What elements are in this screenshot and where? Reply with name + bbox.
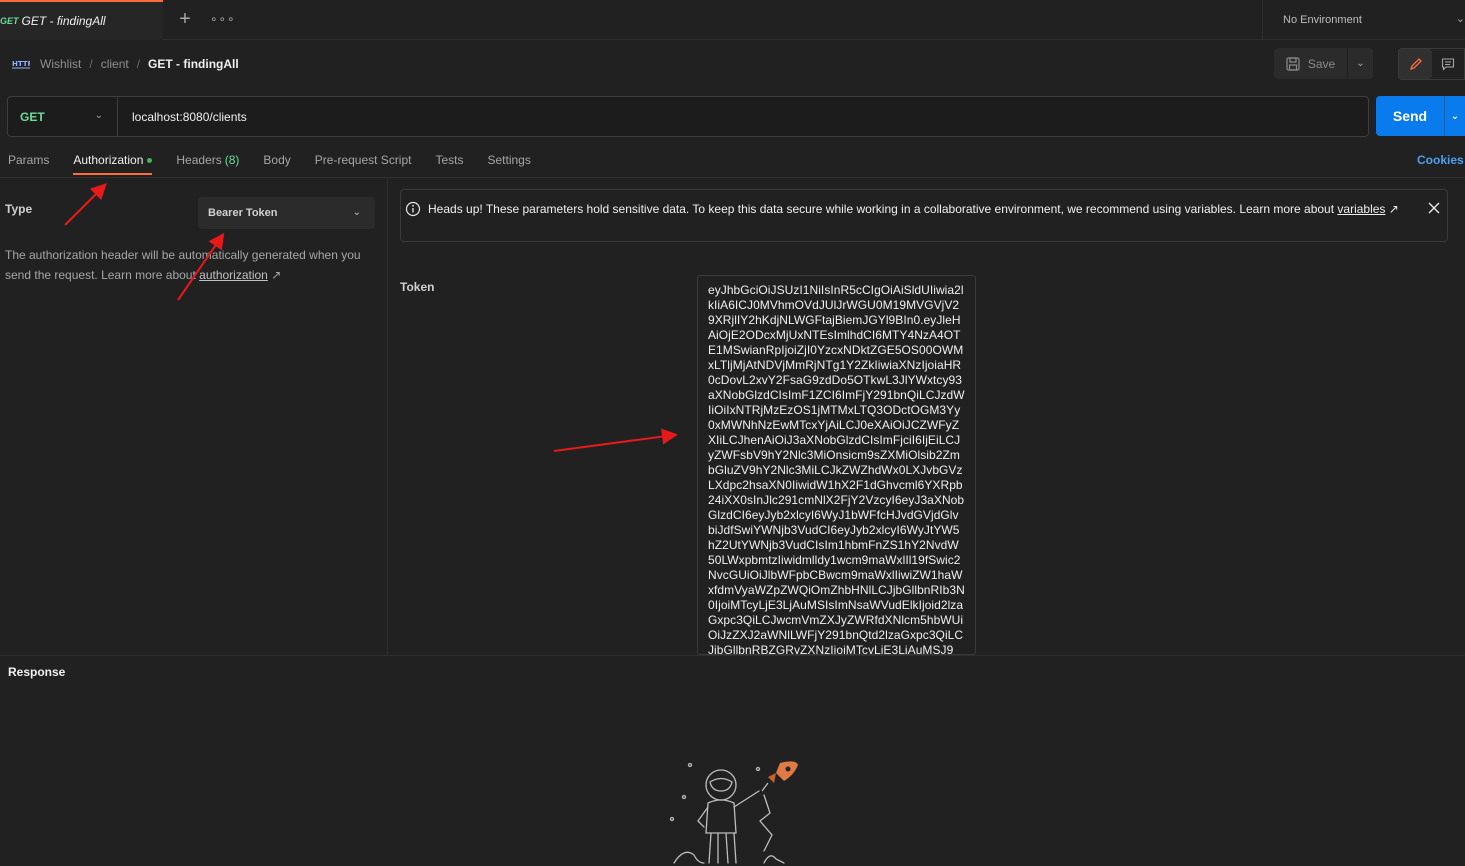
token-label: Token <box>400 280 435 294</box>
tab-title: GET - findingAll <box>21 14 106 28</box>
method-select[interactable]: GET ⌄ <box>8 97 118 136</box>
breadcrumb: HTTP Wishlist / client / GET - findingAl… <box>12 52 239 76</box>
request-subtabs: Params Authorization Headers (8) Body Pr… <box>0 145 547 177</box>
tab-headers[interactable]: Headers (8) <box>176 145 239 175</box>
save-icon <box>1286 56 1300 71</box>
chevron-down-icon: ⌄ <box>352 207 361 218</box>
save-options-button[interactable]: ⌄ <box>1348 48 1373 79</box>
breadcrumb-separator: / <box>89 57 93 71</box>
url-bar: GET ⌄ <box>7 96 1369 137</box>
variables-learn-more-link[interactable]: variables <box>1337 202 1385 216</box>
auth-type-select[interactable]: Bearer Token ⌄ <box>198 197 375 229</box>
active-indicator-dot <box>147 157 153 163</box>
edit-button[interactable] <box>1399 49 1433 79</box>
auth-description-text: The authorization header will be automat… <box>5 248 361 282</box>
http-request-icon: HTTP <box>12 60 30 69</box>
tab-authorization[interactable]: Authorization <box>73 145 153 175</box>
tab-method-label: GET <box>0 16 19 26</box>
comment-icon <box>1442 58 1455 71</box>
request-tab-active[interactable]: GET GET - findingAll <box>0 0 163 40</box>
tab-params[interactable]: Params <box>8 145 49 175</box>
chevron-down-icon: ⌄ <box>94 110 103 121</box>
authorization-learn-more-link[interactable]: authorization <box>199 268 268 282</box>
chevron-down-icon: ⌄ <box>1356 58 1365 69</box>
save-button[interactable]: Save <box>1274 48 1347 79</box>
environment-selector[interactable]: No Environment ⌄ <box>1262 0 1465 40</box>
method-label: GET <box>20 109 45 124</box>
tab-more-button[interactable]: ∘∘∘ <box>210 9 235 29</box>
annotation-arrow-token <box>553 428 678 452</box>
send-button[interactable]: Send ⌄ <box>1376 96 1465 136</box>
breadcrumb-collection[interactable]: Wishlist <box>40 57 81 71</box>
close-icon[interactable] <box>1427 201 1441 215</box>
external-link-icon: ↗ <box>271 268 282 282</box>
breadcrumb-separator: / <box>136 57 141 71</box>
response-divider[interactable] <box>0 655 1465 656</box>
send-label: Send <box>1392 108 1428 124</box>
breadcrumb-folder[interactable]: client <box>101 57 129 71</box>
astronaut-illustration <box>669 761 798 864</box>
divider <box>0 177 1465 178</box>
alert-text: Heads up! These parameters hold sensitiv… <box>428 202 1399 216</box>
new-tab-button[interactable]: + <box>176 9 194 29</box>
panel-divider[interactable] <box>387 178 388 655</box>
tab-tests[interactable]: Tests <box>435 145 463 175</box>
pencil-icon <box>1409 58 1422 71</box>
url-input[interactable] <box>118 97 1368 136</box>
headers-count: (8) <box>224 153 240 167</box>
token-input[interactable]: eyJhbGciOiJSUzI1NiIsInR5cCIgOiAiSldUIiwi… <box>697 275 976 655</box>
annotation-arrow-authorization <box>64 183 107 226</box>
external-link-icon: ↗ <box>1388 202 1399 216</box>
chevron-down-icon: ⌄ <box>1455 13 1465 25</box>
auth-type-label: Type <box>5 202 33 216</box>
info-icon <box>405 201 421 217</box>
request-tab-bar: GET GET - findingAll + ∘∘∘ No Environmen… <box>0 0 1465 40</box>
view-toggle-group <box>1398 48 1465 80</box>
comments-button[interactable] <box>1432 49 1464 79</box>
sensitive-data-alert: Heads up! These parameters hold sensitiv… <box>400 189 1448 242</box>
tab-settings[interactable]: Settings <box>488 145 531 175</box>
auth-description: The authorization header will be automat… <box>5 245 375 285</box>
cookies-link[interactable]: Cookies <box>1417 153 1464 167</box>
response-title: Response <box>8 665 66 679</box>
token-value[interactable]: eyJhbGciOiJSUzI1NiIsInR5cCIgOiAiSldUIiwi… <box>708 283 965 654</box>
svg-text:HTTP: HTTP <box>12 60 30 68</box>
tab-pre-request-script[interactable]: Pre-request Script <box>315 145 412 175</box>
save-label: Save <box>1307 56 1336 71</box>
auth-type-value: Bearer Token <box>208 207 278 219</box>
environment-label: No Environment <box>1283 14 1362 26</box>
breadcrumb-request[interactable]: GET - findingAll <box>148 57 239 71</box>
send-options-chevron-icon[interactable]: ⌄ <box>1444 96 1465 136</box>
tab-body[interactable]: Body <box>263 145 290 175</box>
